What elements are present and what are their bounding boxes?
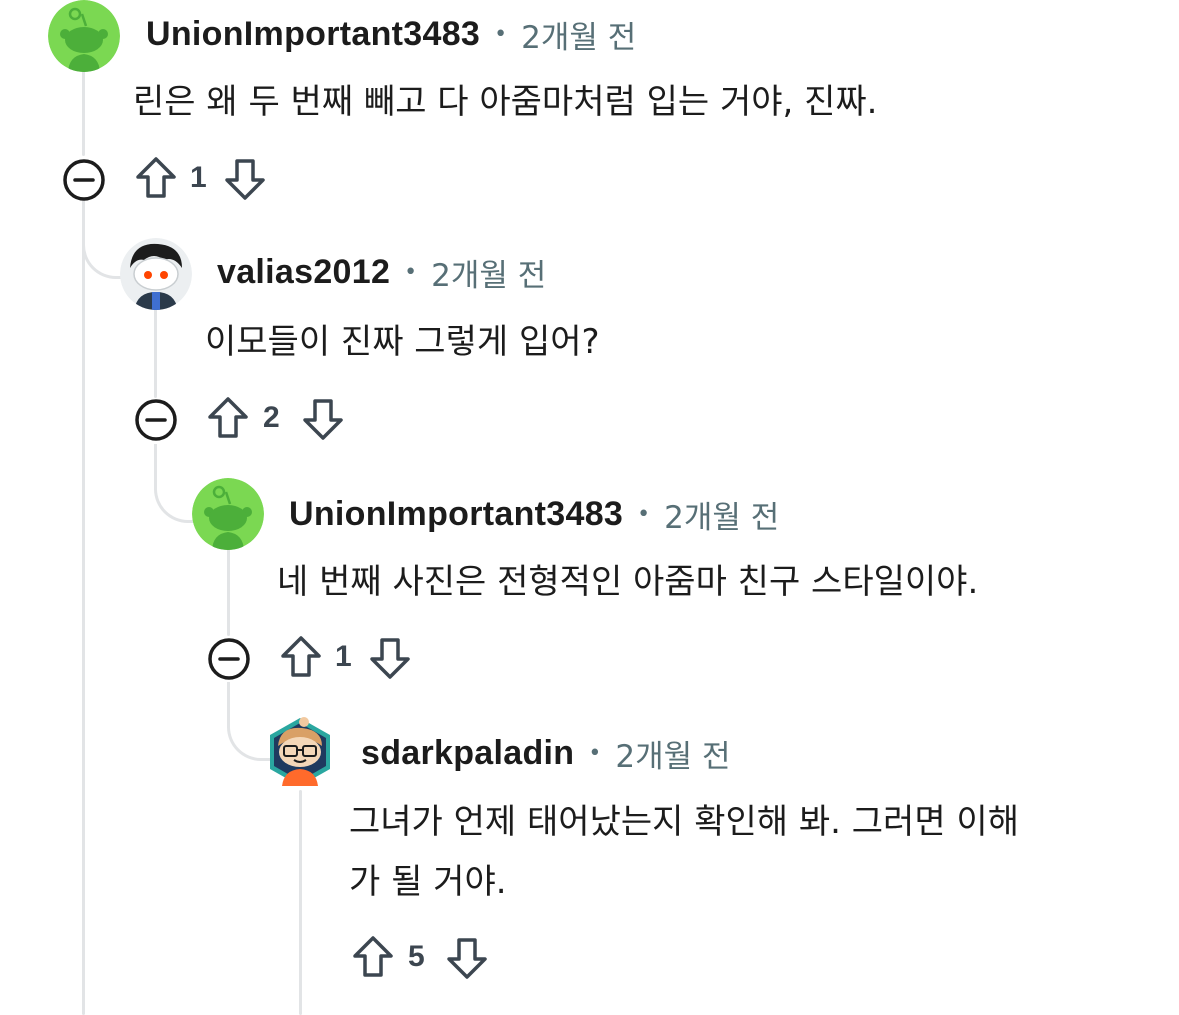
username[interactable]: sdarkpaladin — [361, 734, 574, 773]
username[interactable]: UnionImportant3483 — [289, 495, 623, 534]
snoo-green-icon — [192, 478, 264, 550]
arrow-down-outline-icon[interactable] — [444, 935, 490, 981]
comment-meta: valias2012 • 2개월 전 — [217, 250, 546, 295]
minus-circle-icon[interactable] — [207, 637, 251, 681]
vote-score: 1 — [335, 640, 352, 673]
vote-score: 2 — [263, 401, 280, 434]
thread-line-level-1-continued[interactable] — [82, 205, 85, 1015]
username[interactable]: valias2012 — [217, 253, 390, 292]
comment-meta: UnionImportant3483 • 2개월 전 — [289, 492, 779, 537]
comment-body: 린은 왜 두 번째 빼고 다 아줌마처럼 입는 거야, 진짜. — [133, 82, 878, 122]
snoo-glasses-hexagon-icon — [270, 717, 330, 786]
thread-line-level-2[interactable] — [154, 306, 157, 398]
snoo-green-icon — [48, 0, 120, 72]
meta-separator: • — [588, 740, 602, 766]
thread-line-level-1[interactable] — [82, 66, 85, 156]
snoo-gray-curly-hair-icon — [120, 238, 192, 310]
user-avatar[interactable] — [192, 478, 264, 550]
meta-separator: • — [494, 21, 508, 47]
comment-body-line-2: 가 될 거야. — [349, 862, 507, 902]
minus-circle-icon[interactable] — [62, 158, 106, 202]
timestamp[interactable]: 2개월 전 — [521, 12, 636, 57]
arrow-down-outline-icon[interactable] — [300, 396, 346, 442]
vote-score: 1 — [190, 161, 207, 194]
arrow-up-outline-icon[interactable] — [350, 934, 396, 980]
comment-meta: sdarkpaladin • 2개월 전 — [361, 731, 730, 776]
comment-body-line-1: 그녀가 언제 태어났는지 확인해 봐. 그러면 이해 — [349, 802, 1019, 842]
arrow-up-outline-icon[interactable] — [205, 395, 251, 441]
timestamp[interactable]: 2개월 전 — [615, 731, 730, 776]
vote-score: 5 — [408, 940, 425, 973]
timestamp[interactable]: 2개월 전 — [431, 250, 546, 295]
meta-separator: • — [637, 501, 651, 527]
username[interactable]: UnionImportant3483 — [146, 15, 480, 54]
minus-circle-icon[interactable] — [134, 398, 178, 442]
user-avatar[interactable] — [120, 238, 192, 310]
thread-line-level-4[interactable] — [299, 790, 302, 1015]
timestamp[interactable]: 2개월 전 — [664, 492, 779, 537]
arrow-down-outline-icon[interactable] — [367, 635, 413, 681]
user-avatar[interactable] — [264, 716, 336, 788]
arrow-up-outline-icon[interactable] — [133, 155, 179, 201]
comment-meta: UnionImportant3483 • 2개월 전 — [146, 12, 636, 57]
arrow-up-outline-icon[interactable] — [278, 634, 324, 680]
user-avatar[interactable] — [48, 0, 120, 72]
thread-line-level-3[interactable] — [227, 548, 230, 636]
arrow-down-outline-icon[interactable] — [222, 156, 268, 202]
comment-body: 이모들이 진짜 그렇게 입어? — [205, 322, 600, 362]
meta-separator: • — [404, 259, 418, 285]
comment-body: 네 번째 사진은 전형적인 아줌마 친구 스타일이야. — [277, 562, 979, 602]
